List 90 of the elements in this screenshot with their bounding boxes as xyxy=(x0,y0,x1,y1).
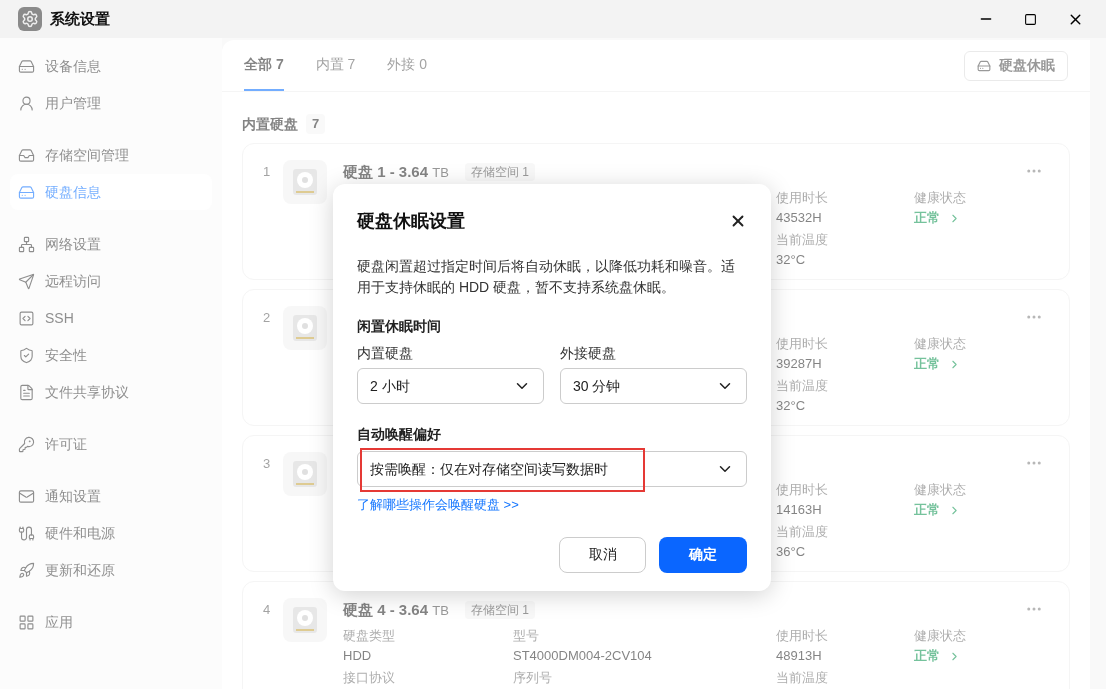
hard-drive-icon xyxy=(283,598,327,642)
field-label: 序列号 xyxy=(513,669,553,687)
sidebar-item[interactable]: 设备信息 xyxy=(10,48,212,84)
health-status-link[interactable]: 正常 xyxy=(914,500,1049,520)
field-value: 43532H xyxy=(776,209,823,227)
field-label: 当前温度 xyxy=(776,231,829,249)
field-label: 健康状态 xyxy=(914,189,967,207)
field-label: 型号 xyxy=(513,627,540,645)
health-status-link[interactable]: 正常 xyxy=(914,354,1049,374)
wake-info-link[interactable]: 了解哪些操作会唤醒硬盘 >> xyxy=(357,495,747,515)
storage-tag: 存储空间 1 xyxy=(464,601,535,619)
network-icon xyxy=(18,235,35,253)
dialog-title: 硬盘休眠设置 xyxy=(357,209,465,233)
disk-title: 硬盘 4 - 3.64 TB xyxy=(343,599,449,620)
paper-plane-icon xyxy=(18,272,35,290)
sidebar-item[interactable]: SSH xyxy=(10,300,212,336)
field-label: 健康状态 xyxy=(914,481,967,499)
drive-icon xyxy=(18,57,35,75)
wake-preference-heading: 自动唤醒偏好 xyxy=(357,425,442,444)
user-icon xyxy=(18,94,35,112)
hard-drive-icon xyxy=(283,452,327,496)
document-icon xyxy=(18,383,35,401)
dialog-description: 硬盘闲置超过指定时间后将自动休眠，以降低功耗和噪音。适用于支持休眠的 HDD 硬盘，暂不支持系统盘休眠。 xyxy=(357,257,736,297)
dropdown-select[interactable]: 按需唤醒：仅在对存储空间读写数据时 xyxy=(357,451,747,487)
sidebar-item[interactable]: 文件共享协议 xyxy=(10,374,212,410)
field-label: 使用时长 xyxy=(776,335,829,353)
health-status-link[interactable]: 正常 xyxy=(914,208,1049,228)
section-title: 内置硬盘 xyxy=(242,114,298,134)
field-label: 当前温度 xyxy=(776,523,829,541)
field-label: 健康状态 xyxy=(914,627,967,645)
shield-icon xyxy=(18,346,35,364)
drive-icon xyxy=(18,183,35,201)
count-badge: 7 xyxy=(306,114,326,134)
disk-number: 2 xyxy=(263,309,272,327)
field-value: 32°C xyxy=(776,251,807,269)
field-label: 健康状态 xyxy=(914,335,967,353)
key-icon xyxy=(18,435,35,453)
cancel-button[interactable]: 取消 xyxy=(559,536,646,573)
tab[interactable]: 外接 0 xyxy=(387,40,428,91)
app-icon xyxy=(18,7,42,31)
sidebar-item[interactable]: 更新和还原 xyxy=(10,552,212,588)
drive-icon xyxy=(977,58,991,73)
field-value: 32°C xyxy=(776,397,807,415)
field-label: 使用时长 xyxy=(776,481,829,499)
window-title: 系统设置 xyxy=(50,8,110,29)
sidebar-item[interactable]: 安全性 xyxy=(10,337,212,373)
field-value: 36°C xyxy=(776,543,807,561)
field-value: 14163H xyxy=(776,501,823,519)
field-label: 接口协议 xyxy=(343,669,396,687)
sidebar-item[interactable]: 用户管理 xyxy=(10,85,212,121)
field-label: 使用时长 xyxy=(776,627,829,645)
dropdown-select[interactable]: 30 分钟 xyxy=(560,368,747,404)
field-label: 当前温度 xyxy=(776,669,829,687)
sidebar-item[interactable]: 通知设置 xyxy=(10,478,212,514)
health-status-link[interactable]: 正常 xyxy=(914,646,1049,666)
storage-tag: 存储空间 1 xyxy=(464,163,535,181)
field-value: 48913H xyxy=(776,647,823,665)
code-icon xyxy=(18,309,35,327)
mail-icon xyxy=(18,487,35,505)
field-label: 当前温度 xyxy=(776,377,829,395)
sidebar-item[interactable]: 硬件和电源 xyxy=(10,515,212,551)
disk-number: 1 xyxy=(263,163,272,181)
hard-drive-icon xyxy=(283,306,327,350)
maximize-icon[interactable] xyxy=(1024,12,1037,26)
tab[interactable]: 全部 7 xyxy=(244,40,284,91)
sidebar-item[interactable]: 远程访问 xyxy=(10,263,212,299)
tab[interactable]: 内置 7 xyxy=(315,40,356,91)
sidebar-item[interactable]: 网络设置 xyxy=(10,226,212,262)
hard-drive-icon xyxy=(283,160,327,204)
power-icon xyxy=(18,524,35,542)
field-value: ST4000DM004-2CV104 xyxy=(513,647,653,665)
rocket-icon xyxy=(18,561,35,579)
grid-icon xyxy=(18,613,35,631)
sidebar-item[interactable]: 许可证 xyxy=(10,426,212,462)
confirm-button[interactable]: 确定 xyxy=(659,536,747,573)
disk-number: 4 xyxy=(263,601,272,619)
field-label: 使用时长 xyxy=(776,189,829,207)
sidebar-item[interactable]: 应用 xyxy=(10,604,212,640)
sidebar-item[interactable]: 存储空间管理 xyxy=(10,137,212,173)
disk-title: 硬盘 1 - 3.64 TB xyxy=(343,161,449,182)
disk-number: 3 xyxy=(263,455,272,473)
select-label: 内置硬盘 xyxy=(357,344,414,363)
field-value: HDD xyxy=(343,647,373,665)
tray-icon xyxy=(18,146,35,164)
idle-time-heading: 闲置休眠时间 xyxy=(357,317,442,336)
sleep-button[interactable]: 硬盘休眠 xyxy=(964,50,1068,81)
dropdown-select[interactable]: 2 小时 xyxy=(357,368,544,404)
field-value: 39287H xyxy=(776,355,823,373)
field-label: 硬盘类型 xyxy=(343,627,396,645)
select-label: 外接硬盘 xyxy=(560,344,617,363)
